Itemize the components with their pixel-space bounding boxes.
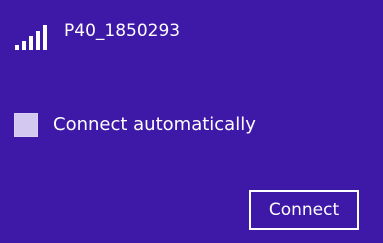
signal-bar-1	[15, 45, 19, 50]
wifi-network-panel: P40_1850293 Connect automatically Connec…	[0, 0, 383, 243]
connect-automatically-label[interactable]: Connect automatically	[53, 113, 256, 137]
connect-automatically-option[interactable]: Connect automatically	[14, 108, 256, 142]
signal-bar-2	[22, 41, 26, 50]
signal-bar-4	[36, 31, 40, 50]
network-entry[interactable]: P40_1850293	[0, 0, 383, 60]
wifi-signal-bars-icon	[15, 25, 47, 50]
connect-button[interactable]: Connect	[249, 190, 359, 230]
network-name: P40_1850293	[64, 21, 181, 41]
signal-bar-5	[43, 25, 47, 50]
signal-bar-3	[29, 36, 33, 50]
connect-automatically-checkbox[interactable]	[14, 113, 38, 137]
